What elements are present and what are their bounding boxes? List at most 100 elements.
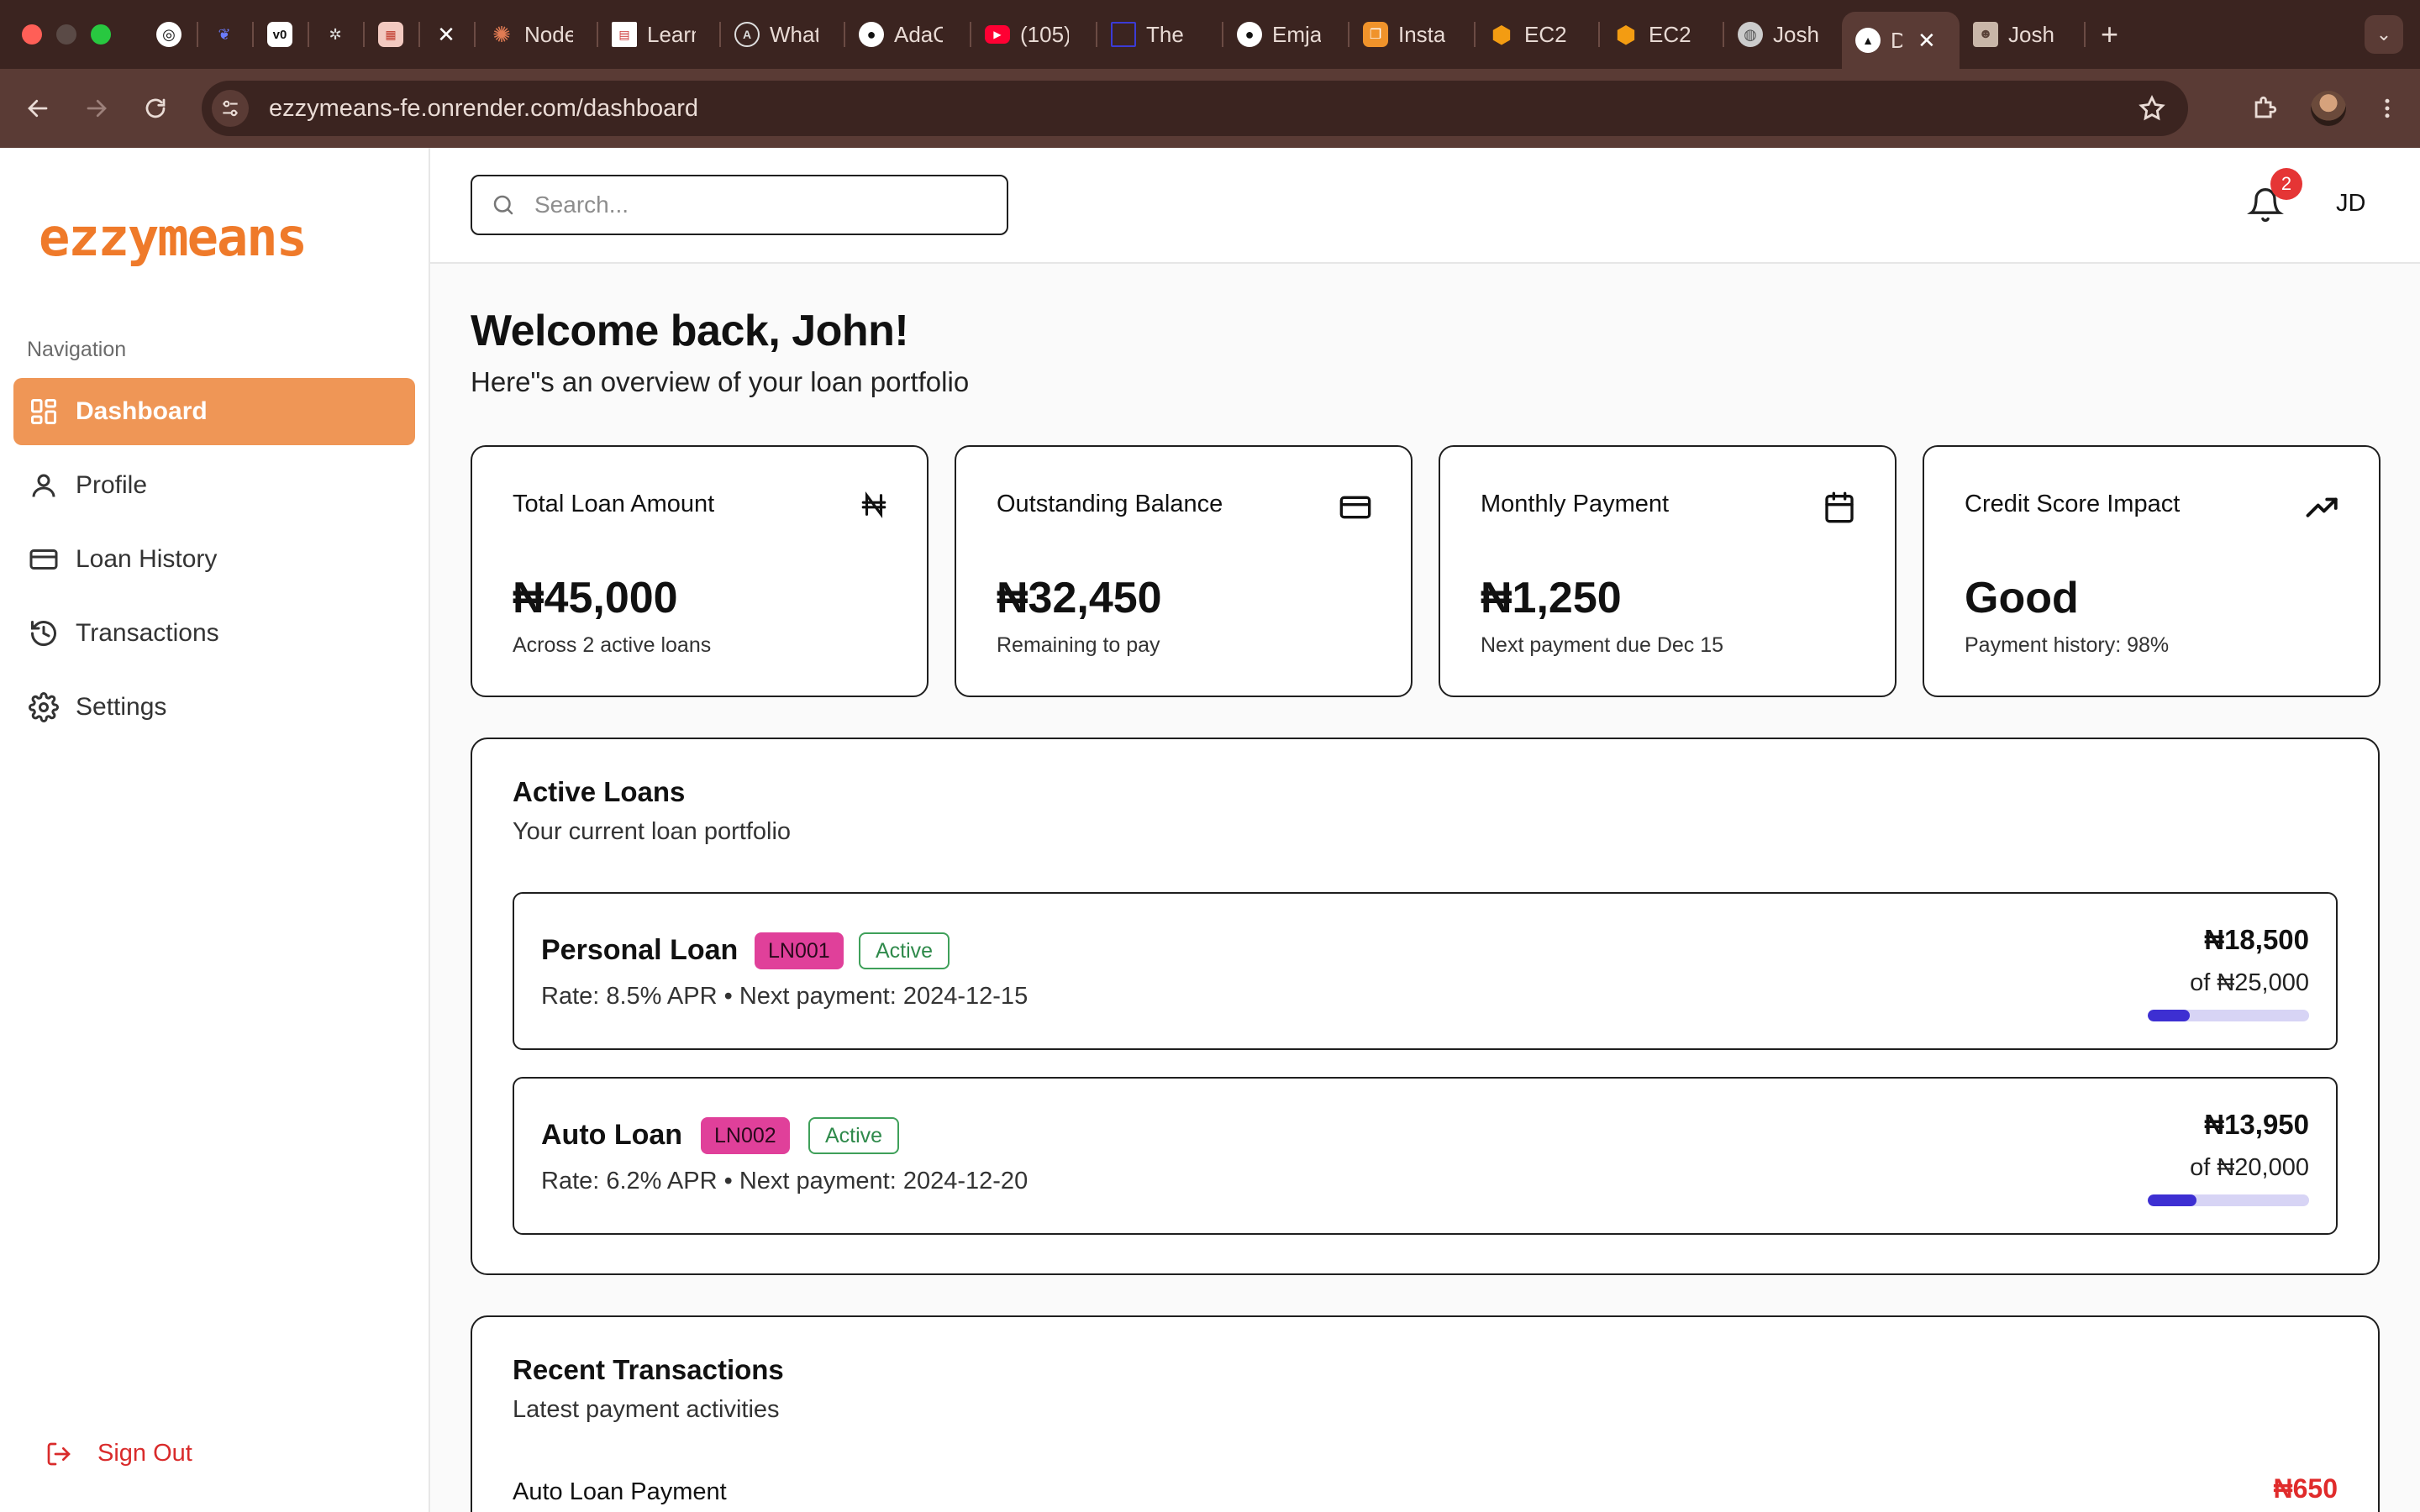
stat-note: Remaining to pay [997, 633, 1160, 657]
stat-label: Outstanding Balance [997, 491, 1223, 517]
address-bar[interactable]: ezzymeans-fe.onrender.com/dashboard [202, 81, 2188, 136]
deepseek-icon: ❦ [218, 25, 231, 43]
browser-tab[interactable]: A What [721, 0, 845, 69]
loan-progress-bar [2148, 1194, 2309, 1206]
browser-tab[interactable]: ▶ (105) [971, 0, 1097, 69]
loan-card-auto[interactable]: Auto Loan LN002 Active Rate: 6.2% APR • … [513, 1077, 2338, 1235]
tab-search-button[interactable]: ⌄ [2365, 15, 2403, 54]
browser-tab[interactable]: ▤ Learn [598, 0, 721, 69]
user-initials-avatar[interactable]: JD [2336, 190, 2365, 218]
browser-tab-active[interactable]: ▲ D ✕ [1842, 12, 1960, 69]
frame-icon [1111, 22, 1136, 47]
brand-logo[interactable]: ezzymeans [39, 207, 308, 268]
browser-tab[interactable]: ☻ Josh [1960, 0, 2086, 69]
sidebar-item-profile[interactable]: Profile [13, 452, 415, 519]
loan-card-personal[interactable]: Personal Loan LN001 Active Rate: 8.5% AP… [513, 892, 2338, 1050]
minimize-window-button[interactable] [56, 24, 76, 45]
arrow-right-icon [87, 99, 107, 118]
close-tab-icon[interactable]: ✕ [1918, 28, 1936, 54]
page-subtitle: Here"s an overview of your loan portfoli… [471, 366, 970, 397]
notification-count-badge: 2 [2270, 168, 2302, 200]
sidebar-item-settings[interactable]: Settings [13, 674, 415, 741]
close-window-button[interactable] [22, 24, 42, 45]
page-title: Welcome back, John! [471, 307, 909, 355]
maximize-window-button[interactable] [91, 24, 111, 45]
browser-tab[interactable]: ● AdaO [845, 0, 971, 69]
stat-note: Next payment due Dec 15 [1481, 633, 1724, 657]
sidebar-item-loan-history[interactable]: Loan History [13, 526, 415, 593]
stat-card-outstanding-balance: Outstanding Balance ₦32,450 Remaining to… [955, 445, 1413, 697]
bug-icon: ✲ [329, 25, 342, 43]
dashboard-main: Welcome back, John! Here"s an overview o… [430, 264, 2420, 1512]
photo-icon: ☻ [1973, 22, 1998, 47]
site-info-button[interactable] [212, 90, 249, 127]
credit-card-icon [1339, 496, 1371, 519]
browser-tab[interactable]: ▦ [365, 0, 420, 69]
tab-title: EC2 [1524, 21, 1567, 47]
browser-tab[interactable]: ⬢ EC2 [1476, 0, 1600, 69]
kebab-menu-icon [2385, 98, 2390, 118]
reload-button[interactable] [126, 79, 185, 138]
history-icon [31, 621, 56, 647]
x-icon: ✕ [437, 21, 455, 47]
forward-button[interactable] [67, 79, 126, 138]
browser-tab[interactable]: ❦ [198, 0, 254, 69]
tab-title: (105) [1020, 21, 1069, 47]
chevron-down-icon: ⌄ [2375, 24, 2392, 45]
tab-title: EC2 [1649, 21, 1691, 47]
browser-tab[interactable]: ● Emja [1223, 0, 1349, 69]
reload-icon [145, 98, 166, 118]
tab-title: AdaO [894, 21, 943, 47]
browser-menu-button[interactable] [2358, 79, 2417, 138]
profile-button[interactable] [2299, 79, 2358, 138]
arrow-left-icon [28, 99, 48, 118]
active-loans-panel: Active Loans Your current loan portfolio… [471, 738, 2380, 1275]
sign-out-button[interactable]: Sign Out [45, 1440, 192, 1467]
sidebar-item-transactions[interactable]: Transactions [13, 600, 415, 667]
stat-note: Across 2 active loans [513, 633, 712, 657]
status-badge: Active [859, 932, 950, 969]
extensions-button[interactable] [2235, 79, 2294, 138]
url-text[interactable]: ezzymeans-fe.onrender.com/dashboard [269, 95, 698, 123]
loan-name: Auto Loan [541, 1119, 683, 1151]
loan-name: Personal Loan [541, 934, 739, 966]
tab-title: Learn [647, 21, 696, 47]
browser-tab[interactable]: ◎ [143, 0, 198, 69]
panel-title: Active Loans [513, 776, 686, 807]
browser-tab[interactable]: ✺ Node [476, 0, 598, 69]
nav-heading: Navigation [27, 338, 127, 361]
toolbar-actions [2235, 69, 2420, 148]
sidebar-item-label: Dashboard [76, 397, 208, 425]
recent-transactions-panel: Recent Transactions Latest payment activ… [471, 1315, 2380, 1512]
browser-tab[interactable]: ⬢ EC2 [1600, 0, 1724, 69]
avatar [2311, 91, 2346, 126]
stat-value: ₦45,000 [513, 574, 678, 622]
stat-note: Payment history: 98% [1965, 633, 2170, 657]
browser-tab[interactable]: v0 [254, 0, 309, 69]
github-icon: ● [1237, 22, 1262, 47]
panel-subtitle: Your current loan portfolio [513, 818, 792, 845]
browser-tab[interactable]: ◍ Josh [1724, 0, 1842, 69]
browser-tab[interactable]: ❐ Insta [1349, 0, 1476, 69]
loan-progress-fill [2148, 1194, 2196, 1206]
browser-tab[interactable]: ✲ [309, 0, 365, 69]
tab-title: Josh [2008, 21, 2054, 47]
v0-icon: v0 [267, 22, 292, 47]
tab-title: Node [524, 21, 573, 47]
browser-tab[interactable]: ✕ [420, 0, 476, 69]
sidebar-item-dashboard[interactable]: Dashboard [13, 378, 415, 445]
browser-tab[interactable]: The [1097, 0, 1223, 69]
aws-icon: ⬢ [1615, 21, 1637, 48]
stat-label: Total Loan Amount [513, 491, 715, 517]
loan-detail: Rate: 8.5% APR • Next payment: 2024-12-1… [541, 983, 1028, 1010]
search-input[interactable] [534, 192, 971, 218]
bookmark-star-icon[interactable] [2138, 94, 2166, 123]
logout-icon [47, 1442, 71, 1465]
stat-value: Good [1965, 574, 2079, 622]
search-box [471, 175, 1008, 235]
new-tab-button[interactable]: + [2086, 17, 2133, 52]
claude-icon: ✺ [492, 21, 511, 47]
stat-card-total-loan: Total Loan Amount ₦45,000 Across 2 activ… [471, 445, 929, 697]
back-button[interactable] [8, 79, 67, 138]
tab-title: The [1146, 21, 1184, 47]
